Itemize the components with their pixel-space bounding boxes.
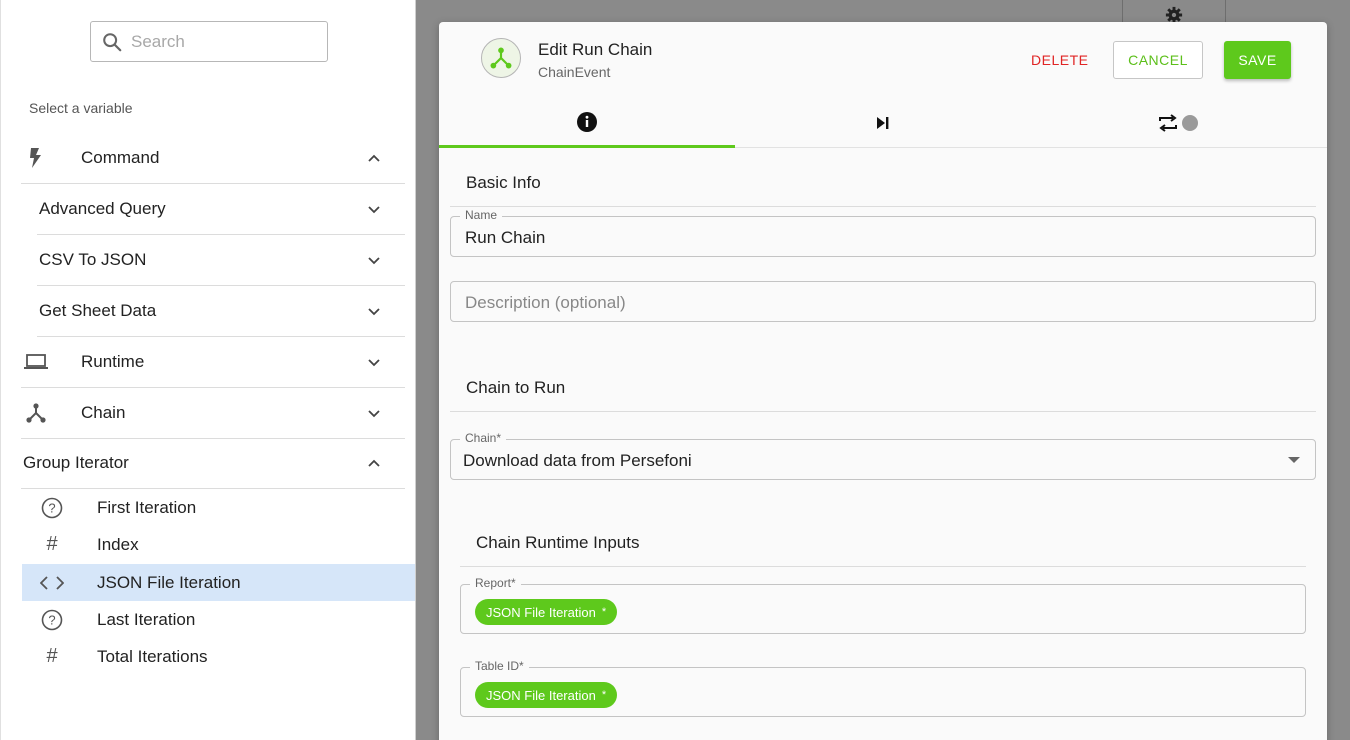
- chain-select[interactable]: Chain* Download data from Persefoni: [450, 431, 1316, 480]
- group-label: Command: [81, 148, 160, 167]
- chevron-down-icon: [368, 410, 380, 418]
- divider: [450, 206, 1316, 207]
- chain-label: Chain*: [460, 431, 507, 445]
- variable-label: Last Iteration: [97, 609, 196, 629]
- dialog-subtitle: ChainEvent: [538, 64, 611, 80]
- search-input[interactable]: [131, 31, 321, 52]
- dropdown-arrow-icon[interactable]: [1288, 457, 1300, 463]
- chevron-down-icon: [368, 308, 380, 316]
- chain-to-run-heading: Chain to Run: [466, 378, 566, 397]
- code-icon: [40, 571, 64, 595]
- edit-run-chain-dialog: Edit Run Chain ChainEvent DELETE CANCEL …: [439, 22, 1327, 740]
- question-circle-icon: ?: [40, 608, 64, 632]
- group-label: CSV To JSON: [39, 250, 147, 269]
- dialog-tabs: [439, 98, 1327, 148]
- name-label: Name: [460, 208, 503, 222]
- tab-skip[interactable]: [735, 98, 1031, 148]
- chain-value: Download data from Persefoni: [463, 451, 692, 470]
- variable-label: Total Iterations: [97, 646, 208, 666]
- chip-label: JSON File Iteration: [486, 687, 596, 703]
- group-csv-to-json[interactable]: CSV To JSON: [37, 235, 405, 286]
- description-field[interactable]: Description (optional): [450, 281, 1316, 322]
- chevron-down-icon: [368, 359, 380, 367]
- name-field[interactable]: Name Run Chain: [450, 208, 1316, 257]
- variable-chip[interactable]: JSON File Iteration *: [475, 682, 618, 708]
- variable-label: Index: [97, 534, 139, 554]
- svg-text:?: ?: [48, 612, 55, 627]
- report-label: Report*: [470, 576, 521, 590]
- variable-chip[interactable]: JSON File Iteration *: [475, 599, 618, 625]
- table-id-label: Table ID*: [470, 659, 529, 673]
- table-id-field[interactable]: Table ID* JSON File Iteration *: [460, 659, 1306, 717]
- chain-avatar: [481, 38, 521, 78]
- chain-icon: [23, 400, 49, 426]
- chip-label: JSON File Iteration: [486, 604, 596, 620]
- chevron-up-icon: [368, 154, 380, 162]
- variable-first-iteration[interactable]: ? First Iteration: [22, 489, 415, 526]
- basic-info-heading: Basic Info: [466, 173, 541, 192]
- hash-icon: #: [46, 645, 58, 667]
- group-chain[interactable]: Chain: [21, 388, 405, 439]
- description-placeholder: Description (optional): [465, 293, 626, 312]
- group-get-sheet-data[interactable]: Get Sheet Data: [37, 286, 405, 337]
- cancel-button[interactable]: CANCEL: [1113, 41, 1203, 79]
- chip-star-icon: *: [601, 689, 607, 701]
- divider: [450, 411, 1316, 412]
- settings-strip: [1122, 0, 1226, 24]
- name-value: Run Chain: [465, 228, 546, 247]
- hash-icon: #: [46, 533, 58, 555]
- delete-button[interactable]: DELETE: [1019, 42, 1100, 78]
- variable-label: First Iteration: [97, 497, 197, 517]
- lightning-icon: [23, 145, 49, 171]
- info-icon: [577, 111, 597, 132]
- group-label: Group Iterator: [23, 453, 129, 472]
- chevron-down-icon: [368, 257, 380, 265]
- group-label: Chain: [81, 403, 126, 422]
- skip-next-icon: [877, 117, 889, 129]
- variable-label: JSON File Iteration: [97, 572, 241, 592]
- group-label: Get Sheet Data: [39, 301, 157, 320]
- report-field[interactable]: Report* JSON File Iteration *: [460, 576, 1306, 634]
- question-circle-icon: ?: [40, 496, 64, 520]
- laptop-icon: [23, 349, 49, 375]
- chain-icon: [490, 47, 512, 69]
- variable-json-file-iteration[interactable]: JSON File Iteration: [22, 564, 415, 601]
- variable-last-iteration[interactable]: ? Last Iteration: [22, 601, 415, 638]
- repeat-toggle-icon: [1159, 114, 1198, 132]
- chevron-up-icon: [368, 459, 380, 467]
- group-label: Advanced Query: [39, 199, 166, 218]
- search-icon: [103, 32, 122, 51]
- runtime-inputs-heading: Chain Runtime Inputs: [476, 533, 640, 552]
- tab-info[interactable]: [439, 98, 735, 148]
- group-advanced-query[interactable]: Advanced Query: [37, 184, 405, 235]
- search-box[interactable]: [90, 21, 328, 62]
- divider: [460, 566, 1306, 567]
- svg-text:?: ?: [48, 500, 55, 515]
- variable-panel: Select a variable Command Advanced Query…: [0, 0, 416, 740]
- chip-star-icon: *: [601, 606, 607, 618]
- group-command[interactable]: Command: [21, 133, 405, 184]
- chevron-down-icon: [368, 206, 380, 214]
- group-iterator[interactable]: Group Iterator: [21, 438, 405, 489]
- dialog-title: Edit Run Chain: [538, 40, 653, 59]
- group-runtime[interactable]: Runtime: [21, 337, 405, 388]
- group-label: Runtime: [81, 352, 145, 371]
- tab-repeat[interactable]: [1031, 98, 1327, 148]
- select-variable-heading: Select a variable: [29, 100, 133, 116]
- save-button[interactable]: SAVE: [1224, 41, 1291, 79]
- variable-total-iterations[interactable]: # Total Iterations: [22, 638, 415, 675]
- variable-index[interactable]: # Index: [22, 526, 415, 563]
